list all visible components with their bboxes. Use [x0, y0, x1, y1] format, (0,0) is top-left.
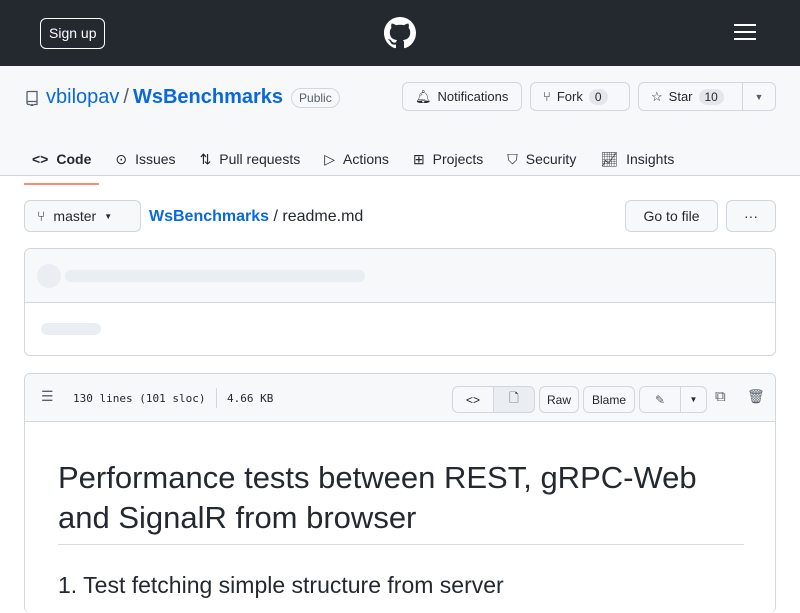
tab-label: Insights — [626, 151, 675, 167]
more-options-button[interactable]: ··· — [726, 200, 776, 232]
separator: / — [273, 208, 278, 225]
edit-dropdown-button[interactable]: ▼ — [680, 386, 707, 413]
raw-button[interactable]: Raw — [539, 386, 579, 413]
issue-icon: ⊙ — [115, 150, 128, 167]
separator: / — [123, 86, 129, 108]
tab-projects[interactable]: ⊞ Projects — [405, 143, 491, 175]
code-icon: <> — [32, 151, 49, 167]
tab-code[interactable]: <> Code — [24, 143, 100, 185]
trash-icon[interactable]: 🗑︎ — [747, 388, 765, 405]
repo-name-link[interactable]: WsBenchmarks — [133, 86, 283, 109]
preview-view-button[interactable]: 🗋︎ — [493, 386, 535, 413]
go-to-file-button[interactable]: Go to file — [625, 200, 718, 232]
tab-issues[interactable]: ⊙ Issues — [107, 143, 183, 175]
star-label: Star — [668, 89, 693, 104]
visibility-badge: Public — [291, 87, 340, 108]
tab-actions[interactable]: ▷ Actions — [316, 143, 397, 175]
source-view-button[interactable]: <> — [452, 386, 494, 413]
caret-down-icon: ▼ — [104, 211, 113, 221]
github-logo-icon[interactable] — [384, 17, 416, 49]
repo-header: vbilopav / WsBenchmarks Public 🔔︎ Notific… — [0, 66, 800, 185]
copy-icon[interactable]: ⧉ — [715, 388, 726, 405]
file-size: 4.66 KB — [227, 392, 274, 405]
bell-icon: 🔔︎ — [415, 88, 432, 104]
fork-button[interactable]: ⑂ Fork 0 — [530, 82, 630, 111]
branch-icon: ⑂ — [37, 208, 46, 224]
caret-down-icon: ▼ — [754, 91, 764, 102]
commit-loading-box — [24, 248, 776, 356]
readme-subheading: 1. Test fetching simple structure from s… — [58, 572, 504, 598]
avatar-placeholder — [37, 264, 61, 288]
notifications-button[interactable]: 🔔︎ Notifications — [402, 82, 522, 111]
fork-icon: ⑂ — [543, 89, 551, 104]
star-dropdown-button[interactable]: ▼ — [742, 82, 776, 111]
star-icon: ☆ — [651, 88, 663, 104]
menu-icon[interactable] — [734, 24, 756, 45]
graph-icon: 📈︎ — [600, 150, 619, 167]
breadcrumb: WsBenchmarks / readme.md — [149, 208, 363, 226]
table-icon: ⊞ — [412, 150, 425, 167]
tab-label: Issues — [135, 151, 176, 167]
branch-selector[interactable]: ⑂ master ▼ — [24, 200, 141, 232]
loading-placeholder — [41, 323, 101, 335]
repo-icon — [24, 90, 40, 106]
tab-label: Security — [525, 151, 577, 167]
sign-up-button[interactable]: Sign up — [40, 18, 106, 49]
edit-button[interactable]: ✎ — [639, 386, 681, 413]
repo-breadcrumb-link[interactable]: WsBenchmarks — [149, 208, 269, 225]
filename: readme.md — [282, 208, 364, 225]
caret-down-icon: ▼ — [689, 395, 698, 404]
tab-pull-requests[interactable]: ⇅ Pull requests — [192, 143, 309, 175]
file-icon: 🗋︎ — [509, 391, 519, 405]
star-button[interactable]: ☆ Star 10 — [638, 82, 743, 111]
play-icon: ▷ — [324, 150, 336, 167]
tab-security[interactable]: ⛉ Security — [499, 143, 584, 175]
line-count: 130 lines (101 sloc) — [73, 392, 206, 405]
code-icon: <> — [465, 392, 480, 407]
tab-label: Projects — [432, 151, 484, 167]
tab-label: Actions — [343, 151, 389, 167]
repo-owner-link[interactable]: vbilopav — [46, 86, 119, 109]
tab-label: Pull requests — [219, 151, 301, 167]
blame-button[interactable]: Blame — [583, 386, 635, 413]
tab-label: Code — [56, 151, 92, 167]
tab-insights[interactable]: 📈︎ Insights — [592, 143, 682, 175]
shield-icon: ⛉ — [507, 150, 518, 167]
branch-name: master — [53, 208, 97, 224]
loading-placeholder — [65, 270, 365, 282]
pull-request-icon: ⇅ — [199, 150, 212, 167]
star-count: 10 — [698, 88, 724, 105]
top-nav: Sign up — [0, 0, 800, 66]
fork-label: Fork — [556, 89, 583, 104]
pencil-icon: ✎ — [654, 392, 666, 407]
readme-heading: Performance tests between REST, gRPC-Web… — [58, 458, 744, 545]
notifications-label: Notifications — [437, 89, 509, 104]
outline-icon[interactable]: ☰ — [41, 388, 54, 405]
fork-count: 0 — [588, 88, 608, 105]
